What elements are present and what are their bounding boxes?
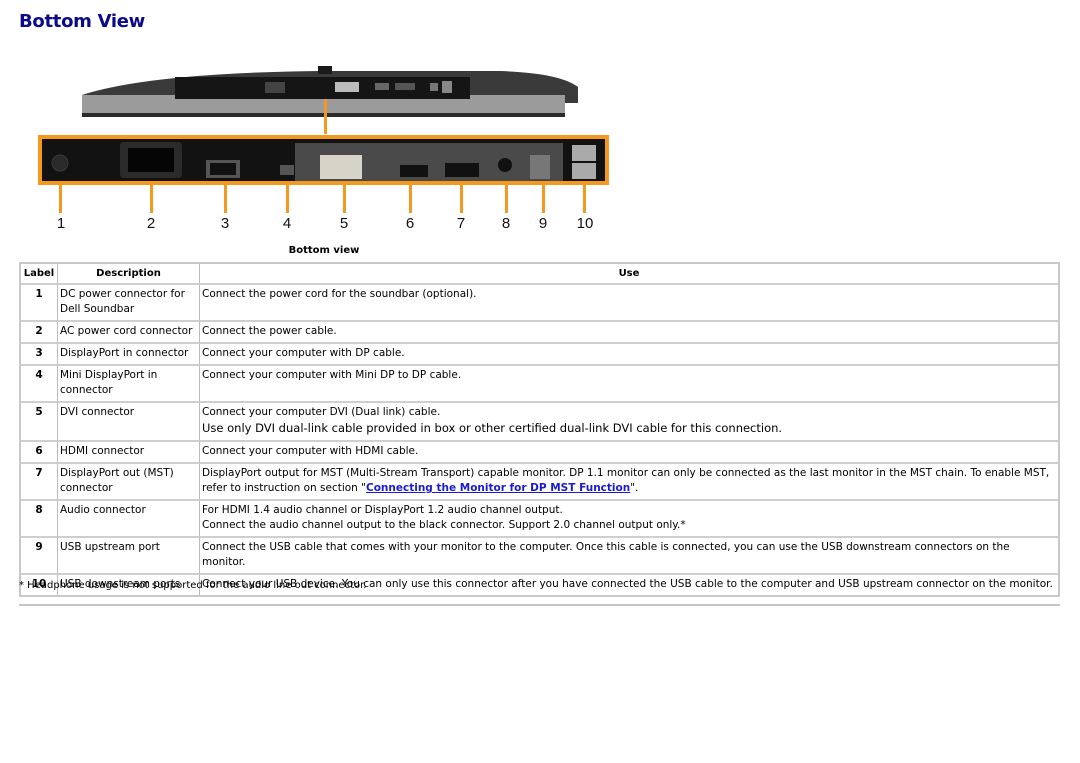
row-use: DisplayPort output for MST (Multi-Stream… (200, 464, 1058, 501)
row-description: USB upstream port (58, 538, 200, 575)
row-label: 4 (21, 366, 58, 403)
figure-label-2: 2 (146, 215, 156, 232)
row-use: Connect your computer with HDMI cable. (200, 442, 1058, 464)
link-prefix: refer to instruction on section " (202, 482, 366, 494)
table-row: 9 USB upstream port Connect the USB cabl… (21, 538, 1058, 575)
pointer-line-9 (542, 185, 545, 213)
row-description: DisplayPort in connector (58, 344, 200, 366)
pointer-line-1 (59, 185, 62, 213)
figure-label-4: 4 (282, 215, 292, 232)
row-description: Mini DisplayPort in connector (58, 366, 200, 403)
pointer-line-6 (409, 185, 412, 213)
monitor-bottom-view-figure: 1 2 3 4 5 6 7 8 9 10 (30, 55, 630, 240)
row-use: Connect the power cord for the soundbar … (200, 285, 1058, 322)
row-description: DVI connector (58, 403, 200, 442)
row-description: DisplayPort out (MST) connector (58, 464, 200, 501)
table-row: 6 HDMI connector Connect your computer w… (21, 442, 1058, 464)
divider (19, 604, 1060, 606)
row-description: HDMI connector (58, 442, 200, 464)
figure-label-8: 8 (501, 215, 511, 232)
header-description: Description (58, 264, 200, 285)
row-use: Connect your computer with Mini DP to DP… (200, 366, 1058, 403)
figure-label-9: 9 (538, 215, 548, 232)
figure-label-1: 1 (56, 215, 66, 232)
callout-line (324, 99, 327, 134)
table-row: 4 Mini DisplayPort in connector Connect … (21, 366, 1058, 403)
row-use: Connect your computer DVI (Dual link) ca… (200, 403, 1058, 442)
pointer-line-4 (286, 185, 289, 213)
use-text: Connect the power cord for the soundbar … (202, 288, 477, 300)
header-label: Label (21, 264, 58, 285)
page-title: Bottom View (19, 11, 146, 32)
row-use: Connect the power cable. (200, 322, 1058, 344)
connector-table: Label Description Use 1 DC power connect… (19, 262, 1060, 597)
table-row: 1 DC power connector for Dell Soundbar C… (21, 285, 1058, 322)
use-text: Use only DVI dual-link cable provided in… (202, 421, 783, 435)
row-use: For HDMI 1.4 audio channel or DisplayPor… (200, 501, 1058, 538)
row-use: Connect your computer with DP cable. (200, 344, 1058, 366)
table-row: 8 Audio connector For HDMI 1.4 audio cha… (21, 501, 1058, 538)
use-text: DisplayPort output for MST (Multi-Stream… (202, 467, 1050, 479)
figure-label-7: 7 (456, 215, 466, 232)
pointer-line-7 (460, 185, 463, 213)
row-use: Connect the USB cable that comes with yo… (200, 538, 1058, 575)
figure-label-3: 3 (220, 215, 230, 232)
pointer-line-5 (343, 185, 346, 213)
figure-label-5: 5 (339, 215, 349, 232)
monitor-body (82, 66, 578, 117)
figure-caption: Bottom view (288, 245, 360, 256)
mst-function-link[interactable]: Connecting the Monitor for DP MST Functi… (366, 482, 630, 494)
use-text: Connect your computer DVI (Dual link) ca… (202, 406, 441, 418)
table-row: 7 DisplayPort out (MST) connector Displa… (21, 464, 1058, 501)
row-label: 8 (21, 501, 58, 538)
row-label: 7 (21, 464, 58, 501)
table-row: 5 DVI connector Connect your computer DV… (21, 403, 1058, 442)
connector-panel (38, 135, 609, 185)
link-suffix: ". (630, 482, 639, 494)
row-description: DC power connector for Dell Soundbar (58, 285, 200, 322)
table-row: 2 AC power cord connector Connect the po… (21, 322, 1058, 344)
pointer-line-2 (150, 185, 153, 213)
pointer-line-10 (583, 185, 586, 213)
table-row: 3 DisplayPort in connector Connect your … (21, 344, 1058, 366)
footnote: * Headphone usage is not supported for t… (19, 580, 367, 591)
pointer-lines (59, 185, 586, 213)
use-text-with-link: refer to instruction on section "Connect… (202, 481, 1056, 496)
use-text: For HDMI 1.4 audio channel or DisplayPor… (202, 504, 563, 516)
row-label: 6 (21, 442, 58, 464)
row-description: Audio connector (58, 501, 200, 538)
figure-label-6: 6 (405, 215, 415, 232)
table-header-row: Label Description Use (21, 264, 1058, 285)
monitor-illustration (38, 66, 609, 213)
row-label: 1 (21, 285, 58, 322)
figure-label-10: 10 (576, 215, 594, 232)
use-text: Connect the audio channel output to the … (202, 519, 686, 531)
row-label: 9 (21, 538, 58, 575)
row-label: 5 (21, 403, 58, 442)
row-description: AC power cord connector (58, 322, 200, 344)
row-label: 3 (21, 344, 58, 366)
pointer-line-8 (505, 185, 508, 213)
row-label: 2 (21, 322, 58, 344)
pointer-line-3 (224, 185, 227, 213)
header-use: Use (200, 264, 1058, 285)
